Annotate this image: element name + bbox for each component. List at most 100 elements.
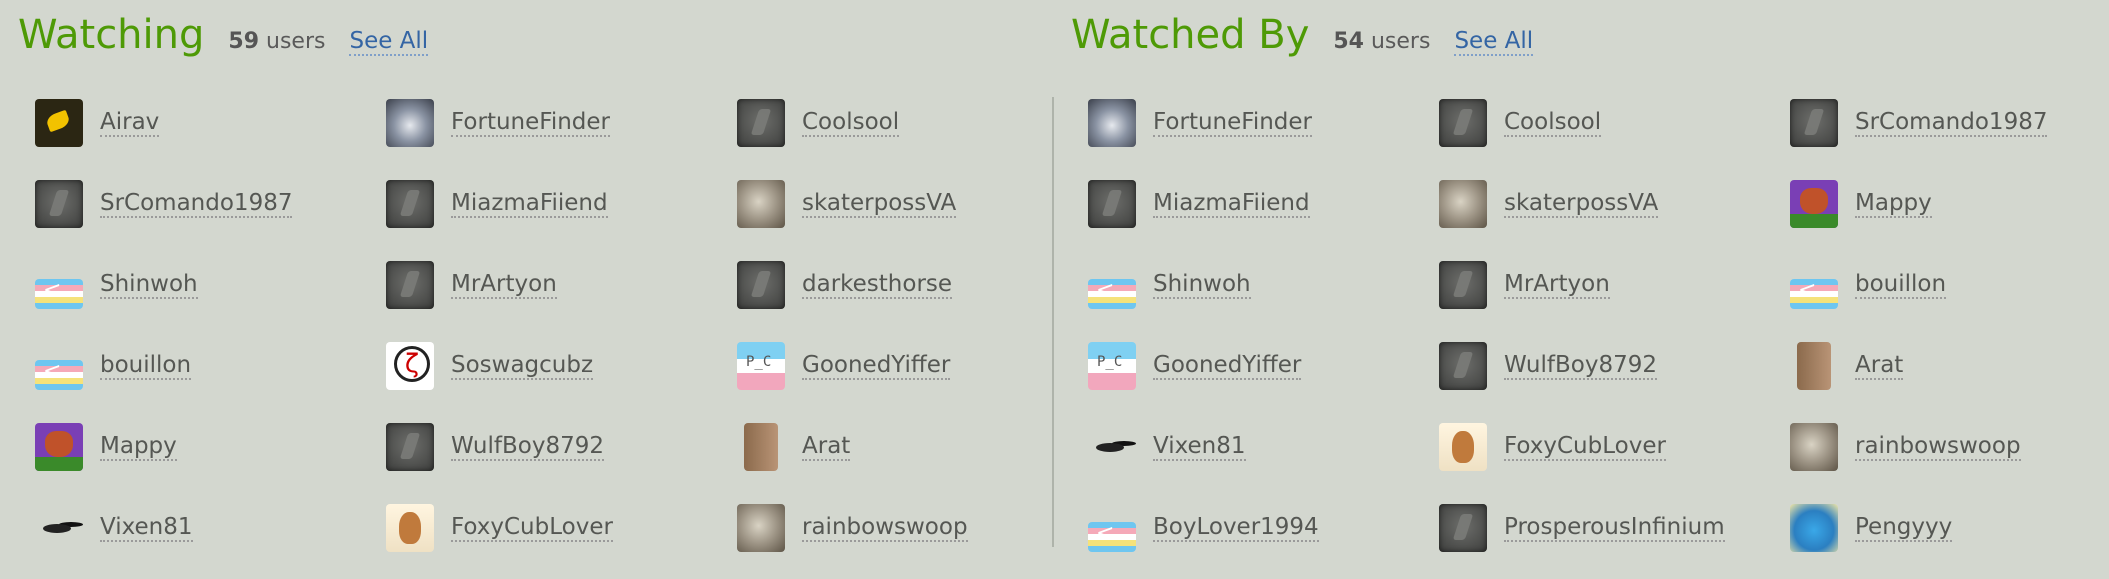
user-link[interactable]: Mappy	[1855, 190, 1932, 219]
user-link[interactable]: Coolsool	[802, 109, 900, 138]
user-entry[interactable]: Arat	[1790, 336, 1904, 396]
user-link[interactable]: Mappy	[100, 433, 177, 462]
user-link[interactable]: rainbowswoop	[802, 514, 968, 543]
fox-avatar[interactable]	[35, 423, 83, 471]
flag-avatar[interactable]	[1790, 279, 1838, 309]
user-entry[interactable]: Coolsool	[1439, 93, 1602, 153]
user-link[interactable]: FoxyCubLover	[451, 514, 613, 543]
user-link[interactable]: BoyLover1994	[1153, 514, 1319, 543]
bird-avatar[interactable]	[35, 99, 83, 147]
default-avatar[interactable]	[1439, 99, 1487, 147]
user-link[interactable]: skaterpossVA	[802, 190, 957, 219]
user-entry[interactable]: bouillon	[1790, 255, 1947, 315]
face-avatar[interactable]	[1088, 342, 1136, 390]
default-avatar[interactable]	[1439, 342, 1487, 390]
flag-avatar[interactable]	[35, 360, 83, 390]
user-link[interactable]: Coolsool	[1504, 109, 1602, 138]
user-link[interactable]: Arat	[1855, 352, 1904, 381]
user-entry[interactable]: GoonedYiffer	[1088, 336, 1302, 396]
user-entry[interactable]: Vixen81	[35, 498, 193, 558]
flag-avatar[interactable]	[1088, 279, 1136, 309]
penguin-avatar[interactable]	[1790, 504, 1838, 552]
user-entry[interactable]: WulfBoy8792	[1439, 336, 1657, 396]
user-link[interactable]: Soswagcubz	[451, 352, 594, 381]
cat-avatar[interactable]	[737, 504, 785, 552]
user-entry[interactable]: FortuneFinder	[1088, 93, 1312, 153]
user-link[interactable]: bouillon	[1855, 271, 1947, 300]
flag-avatar[interactable]	[35, 279, 83, 309]
user-link[interactable]: MrArtyon	[1504, 271, 1610, 300]
user-entry[interactable]: Vixen81	[1088, 417, 1246, 477]
user-entry[interactable]: rainbowswoop	[737, 498, 968, 558]
book-avatar[interactable]	[744, 423, 778, 471]
user-link[interactable]: Vixen81	[1153, 433, 1246, 462]
face-avatar[interactable]	[737, 342, 785, 390]
user-entry[interactable]: SrComando1987	[1790, 93, 2048, 153]
user-link[interactable]: MiazmaFiiend	[1153, 190, 1310, 219]
user-link[interactable]: Shinwoh	[100, 271, 198, 300]
user-link[interactable]: SrComando1987	[100, 190, 293, 219]
user-entry[interactable]: SrComando1987	[35, 174, 293, 234]
user-link[interactable]: MiazmaFiiend	[451, 190, 608, 219]
default-avatar[interactable]	[1439, 261, 1487, 309]
user-entry[interactable]: Coolsool	[737, 93, 900, 153]
default-avatar[interactable]	[1790, 99, 1838, 147]
user-entry[interactable]: FoxyCubLover	[1439, 417, 1666, 477]
user-link[interactable]: Shinwoh	[1153, 271, 1251, 300]
user-link[interactable]: SrComando1987	[1855, 109, 2048, 138]
user-link[interactable]: WulfBoy8792	[451, 433, 604, 462]
user-entry[interactable]: Shinwoh	[1088, 255, 1251, 315]
wolf-avatar[interactable]	[1088, 99, 1136, 147]
user-entry[interactable]: Mappy	[1790, 174, 1932, 234]
user-entry[interactable]: WulfBoy8792	[386, 417, 604, 477]
cat-avatar[interactable]	[1790, 423, 1838, 471]
default-avatar[interactable]	[737, 261, 785, 309]
user-link[interactable]: ProsperousInfinium	[1504, 514, 1725, 543]
fox-avatar[interactable]	[1790, 180, 1838, 228]
user-link[interactable]: GoonedYiffer	[1153, 352, 1302, 381]
book-avatar[interactable]	[1797, 342, 1831, 390]
default-avatar[interactable]	[35, 180, 83, 228]
skunk-avatar[interactable]	[1088, 423, 1136, 471]
default-avatar[interactable]	[386, 180, 434, 228]
ring-avatar[interactable]	[386, 342, 434, 390]
user-link[interactable]: WulfBoy8792	[1504, 352, 1657, 381]
user-entry[interactable]: bouillon	[35, 336, 192, 396]
user-entry[interactable]: darkesthorse	[737, 255, 953, 315]
user-entry[interactable]: MrArtyon	[1439, 255, 1610, 315]
watched-by-see-all-link[interactable]: See All	[1454, 28, 1534, 57]
user-entry[interactable]: FoxyCubLover	[386, 498, 613, 558]
user-entry[interactable]: Pengyyy	[1790, 498, 1953, 558]
flag-avatar[interactable]	[1088, 522, 1136, 552]
user-entry[interactable]: FortuneFinder	[386, 93, 610, 153]
user-entry[interactable]: skaterpossVA	[737, 174, 957, 234]
user-link[interactable]: bouillon	[100, 352, 192, 381]
watching-see-all-link[interactable]: See All	[349, 28, 429, 57]
user-entry[interactable]: ProsperousInfinium	[1439, 498, 1725, 558]
user-entry[interactable]: rainbowswoop	[1790, 417, 2021, 477]
user-link[interactable]: MrArtyon	[451, 271, 557, 300]
default-avatar[interactable]	[1439, 504, 1487, 552]
user-link[interactable]: FortuneFinder	[451, 109, 610, 138]
user-entry[interactable]: MiazmaFiiend	[386, 174, 608, 234]
cat-avatar[interactable]	[1439, 180, 1487, 228]
user-entry[interactable]: Soswagcubz	[386, 336, 594, 396]
user-entry[interactable]: MiazmaFiiend	[1088, 174, 1310, 234]
user-link[interactable]: rainbowswoop	[1855, 433, 2021, 462]
user-link[interactable]: darkesthorse	[802, 271, 953, 300]
user-link[interactable]: skaterpossVA	[1504, 190, 1659, 219]
user-entry[interactable]: Arat	[737, 417, 851, 477]
user-entry[interactable]: skaterpossVA	[1439, 174, 1659, 234]
doge-avatar[interactable]	[386, 504, 434, 552]
user-link[interactable]: Airav	[100, 109, 160, 138]
user-entry[interactable]: Mappy	[35, 417, 177, 477]
user-entry[interactable]: BoyLover1994	[1088, 498, 1319, 558]
user-link[interactable]: Arat	[802, 433, 851, 462]
user-entry[interactable]: MrArtyon	[386, 255, 557, 315]
user-link[interactable]: GoonedYiffer	[802, 352, 951, 381]
cat-avatar[interactable]	[737, 180, 785, 228]
user-link[interactable]: FortuneFinder	[1153, 109, 1312, 138]
user-entry[interactable]: GoonedYiffer	[737, 336, 951, 396]
user-link[interactable]: Vixen81	[100, 514, 193, 543]
skunk-avatar[interactable]	[35, 504, 83, 552]
